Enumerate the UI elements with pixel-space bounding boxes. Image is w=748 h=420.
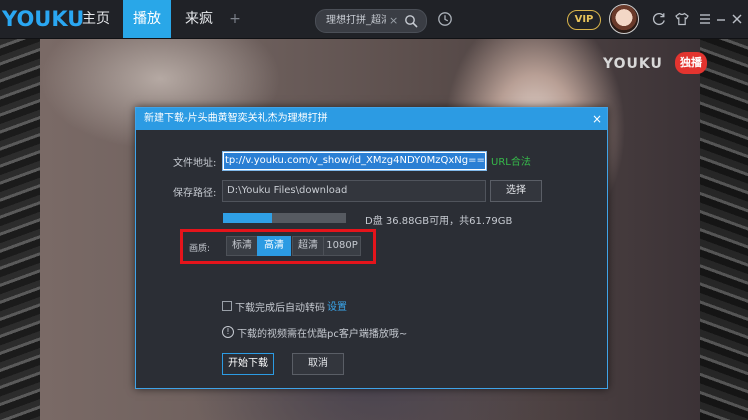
tab-home[interactable]: 主页 <box>72 0 120 38</box>
save-path-field[interactable]: D:\Youku Files\download <box>222 180 486 202</box>
clear-search-button[interactable]: × <box>389 10 398 32</box>
auto-transcode-checkbox[interactable] <box>222 301 232 311</box>
refresh-icon[interactable] <box>651 11 667 27</box>
cancel-button[interactable]: 取消 <box>292 353 344 375</box>
dialog-header[interactable]: 新建下载-片头曲黄智奕关礼杰为理想打拼 × <box>136 108 607 130</box>
new-download-dialog: 新建下载-片头曲黄智奕关礼杰为理想打拼 × 文件地址: tp://v.youku… <box>135 107 608 389</box>
search-input[interactable]: 理想打拼_超清 <box>326 10 386 32</box>
add-tab-button[interactable]: + <box>228 0 242 38</box>
settings-link[interactable]: 设置 <box>327 298 347 313</box>
youku-watermark: YOUKU <box>603 56 663 72</box>
search-box[interactable]: 理想打拼_超清 × <box>315 9 427 33</box>
quality-option-sd[interactable]: 标清 <box>226 236 258 256</box>
url-label: 文件地址: <box>173 158 217 169</box>
menu-icon[interactable] <box>697 11 713 27</box>
disk-usage-fill <box>223 213 273 223</box>
search-icon[interactable] <box>404 14 418 28</box>
tab-play[interactable]: 播放 <box>123 0 171 38</box>
quality-option-superhd[interactable]: 超清 <box>292 236 324 256</box>
quality-option-1080p[interactable]: 1080P <box>323 236 361 256</box>
save-path-value[interactable]: D:\Youku Files\download <box>227 181 347 201</box>
close-icon[interactable] <box>729 11 745 27</box>
url-value[interactable]: tp://v.youku.com/v_show/id_XMzg4NDY0MzQx… <box>224 153 485 169</box>
quality-option-hd[interactable]: 高清 <box>257 236 291 256</box>
info-icon: ! <box>222 326 234 338</box>
shirt-icon[interactable] <box>674 11 690 27</box>
vip-badge[interactable]: VIP <box>567 10 601 30</box>
quality-label: 画质: <box>189 244 211 254</box>
auto-transcode-label[interactable]: 下载完成后自动转码 <box>235 299 325 314</box>
title-bar: YOUKU 主页 播放 来疯 + 理想打拼_超清 × VIP <box>0 0 748 39</box>
minimize-icon[interactable] <box>713 11 729 27</box>
avatar[interactable] <box>609 4 639 34</box>
exclusive-badge: 独播 <box>675 52 707 74</box>
tab-laifeng[interactable]: 来疯 <box>175 0 223 38</box>
disk-info: D盘 36.88GB可用，共61.79GB <box>365 216 513 227</box>
dialog-close-button[interactable]: × <box>590 108 604 130</box>
disk-usage-bar <box>223 213 346 223</box>
url-valid-status: URL合法 <box>491 157 531 168</box>
video-left-edge <box>0 39 40 420</box>
save-path-label: 保存路径: <box>173 188 217 199</box>
url-field[interactable]: tp://v.youku.com/v_show/id_XMzg4NDY0MzQx… <box>222 151 487 171</box>
choose-folder-button[interactable]: 选择 <box>490 180 542 202</box>
history-icon[interactable] <box>437 11 453 27</box>
start-download-button[interactable]: 开始下载 <box>222 353 274 375</box>
video-right-edge <box>700 39 748 420</box>
info-text: 下载的视频需在优酷pc客户端播放哦~ <box>237 329 408 340</box>
dialog-title: 新建下载-片头曲黄智奕关礼杰为理想打拼 <box>144 113 328 124</box>
